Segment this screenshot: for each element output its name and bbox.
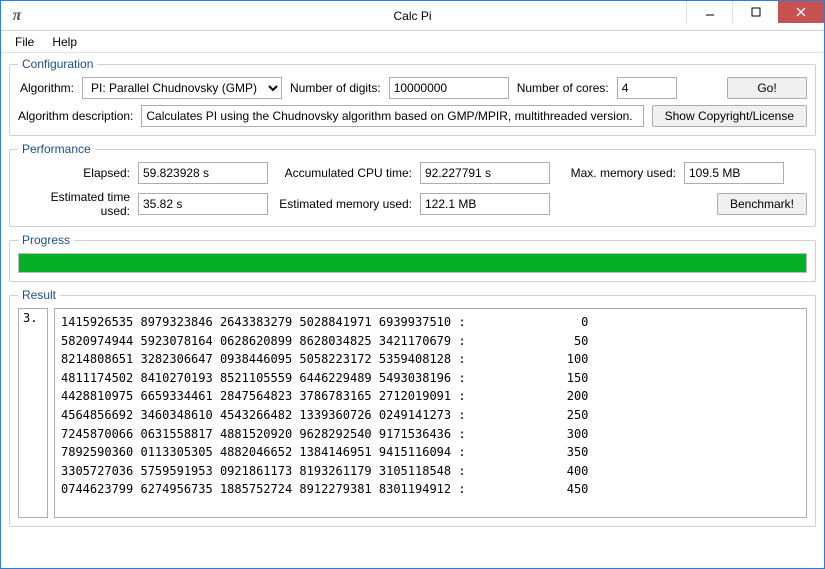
menubar: File Help xyxy=(1,31,824,53)
algo-select[interactable]: PI: Parallel Chudnovsky (GMP) xyxy=(82,77,282,99)
cores-label: Number of cores: xyxy=(517,81,609,95)
result-group: Result 3. 1415926535 8979323846 26433832… xyxy=(9,288,816,527)
benchmark-button[interactable]: Benchmark! xyxy=(717,193,807,215)
est-mem-label: Estimated memory used: xyxy=(276,197,412,211)
close-button[interactable] xyxy=(778,1,824,23)
mem-label: Max. memory used: xyxy=(558,166,676,180)
config-legend: Configuration xyxy=(18,57,97,71)
est-time-value xyxy=(138,193,268,215)
copyright-button[interactable]: Show Copyright/License xyxy=(652,105,807,127)
desc-label: Algorithm description: xyxy=(18,109,133,123)
digits-label: Number of digits: xyxy=(290,81,381,95)
config-group: Configuration Algorithm: PI: Parallel Ch… xyxy=(9,57,816,136)
progress-fill xyxy=(19,254,806,272)
result-legend: Result xyxy=(18,288,60,302)
result-prefix: 3. xyxy=(18,308,48,518)
maximize-button[interactable] xyxy=(732,1,778,23)
progress-group: Progress xyxy=(9,233,816,282)
progress-bar xyxy=(18,253,807,273)
algo-label: Algorithm: xyxy=(18,81,74,95)
cpu-value xyxy=(420,162,550,184)
progress-legend: Progress xyxy=(18,233,74,247)
menu-file[interactable]: File xyxy=(7,33,42,51)
window-controls xyxy=(686,1,824,23)
perf-group: Performance Elapsed: Accumulated CPU tim… xyxy=(9,142,816,227)
content-area: Configuration Algorithm: PI: Parallel Ch… xyxy=(1,53,824,541)
mem-value xyxy=(684,162,784,184)
result-text[interactable]: 1415926535 8979323846 2643383279 5028841… xyxy=(54,308,807,518)
cores-input[interactable] xyxy=(617,77,677,99)
elapsed-label: Elapsed: xyxy=(18,166,130,180)
go-button[interactable]: Go! xyxy=(727,77,807,99)
menu-help[interactable]: Help xyxy=(44,33,85,51)
digits-input[interactable] xyxy=(389,77,509,99)
app-icon: π xyxy=(7,6,27,26)
perf-legend: Performance xyxy=(18,142,95,156)
elapsed-value xyxy=(138,162,268,184)
est-mem-value xyxy=(420,193,550,215)
est-time-label: Estimated time used: xyxy=(18,190,130,218)
desc-value xyxy=(141,105,643,127)
titlebar: π Calc Pi xyxy=(1,1,824,31)
cpu-label: Accumulated CPU time: xyxy=(276,166,412,180)
minimize-button[interactable] xyxy=(686,1,732,23)
